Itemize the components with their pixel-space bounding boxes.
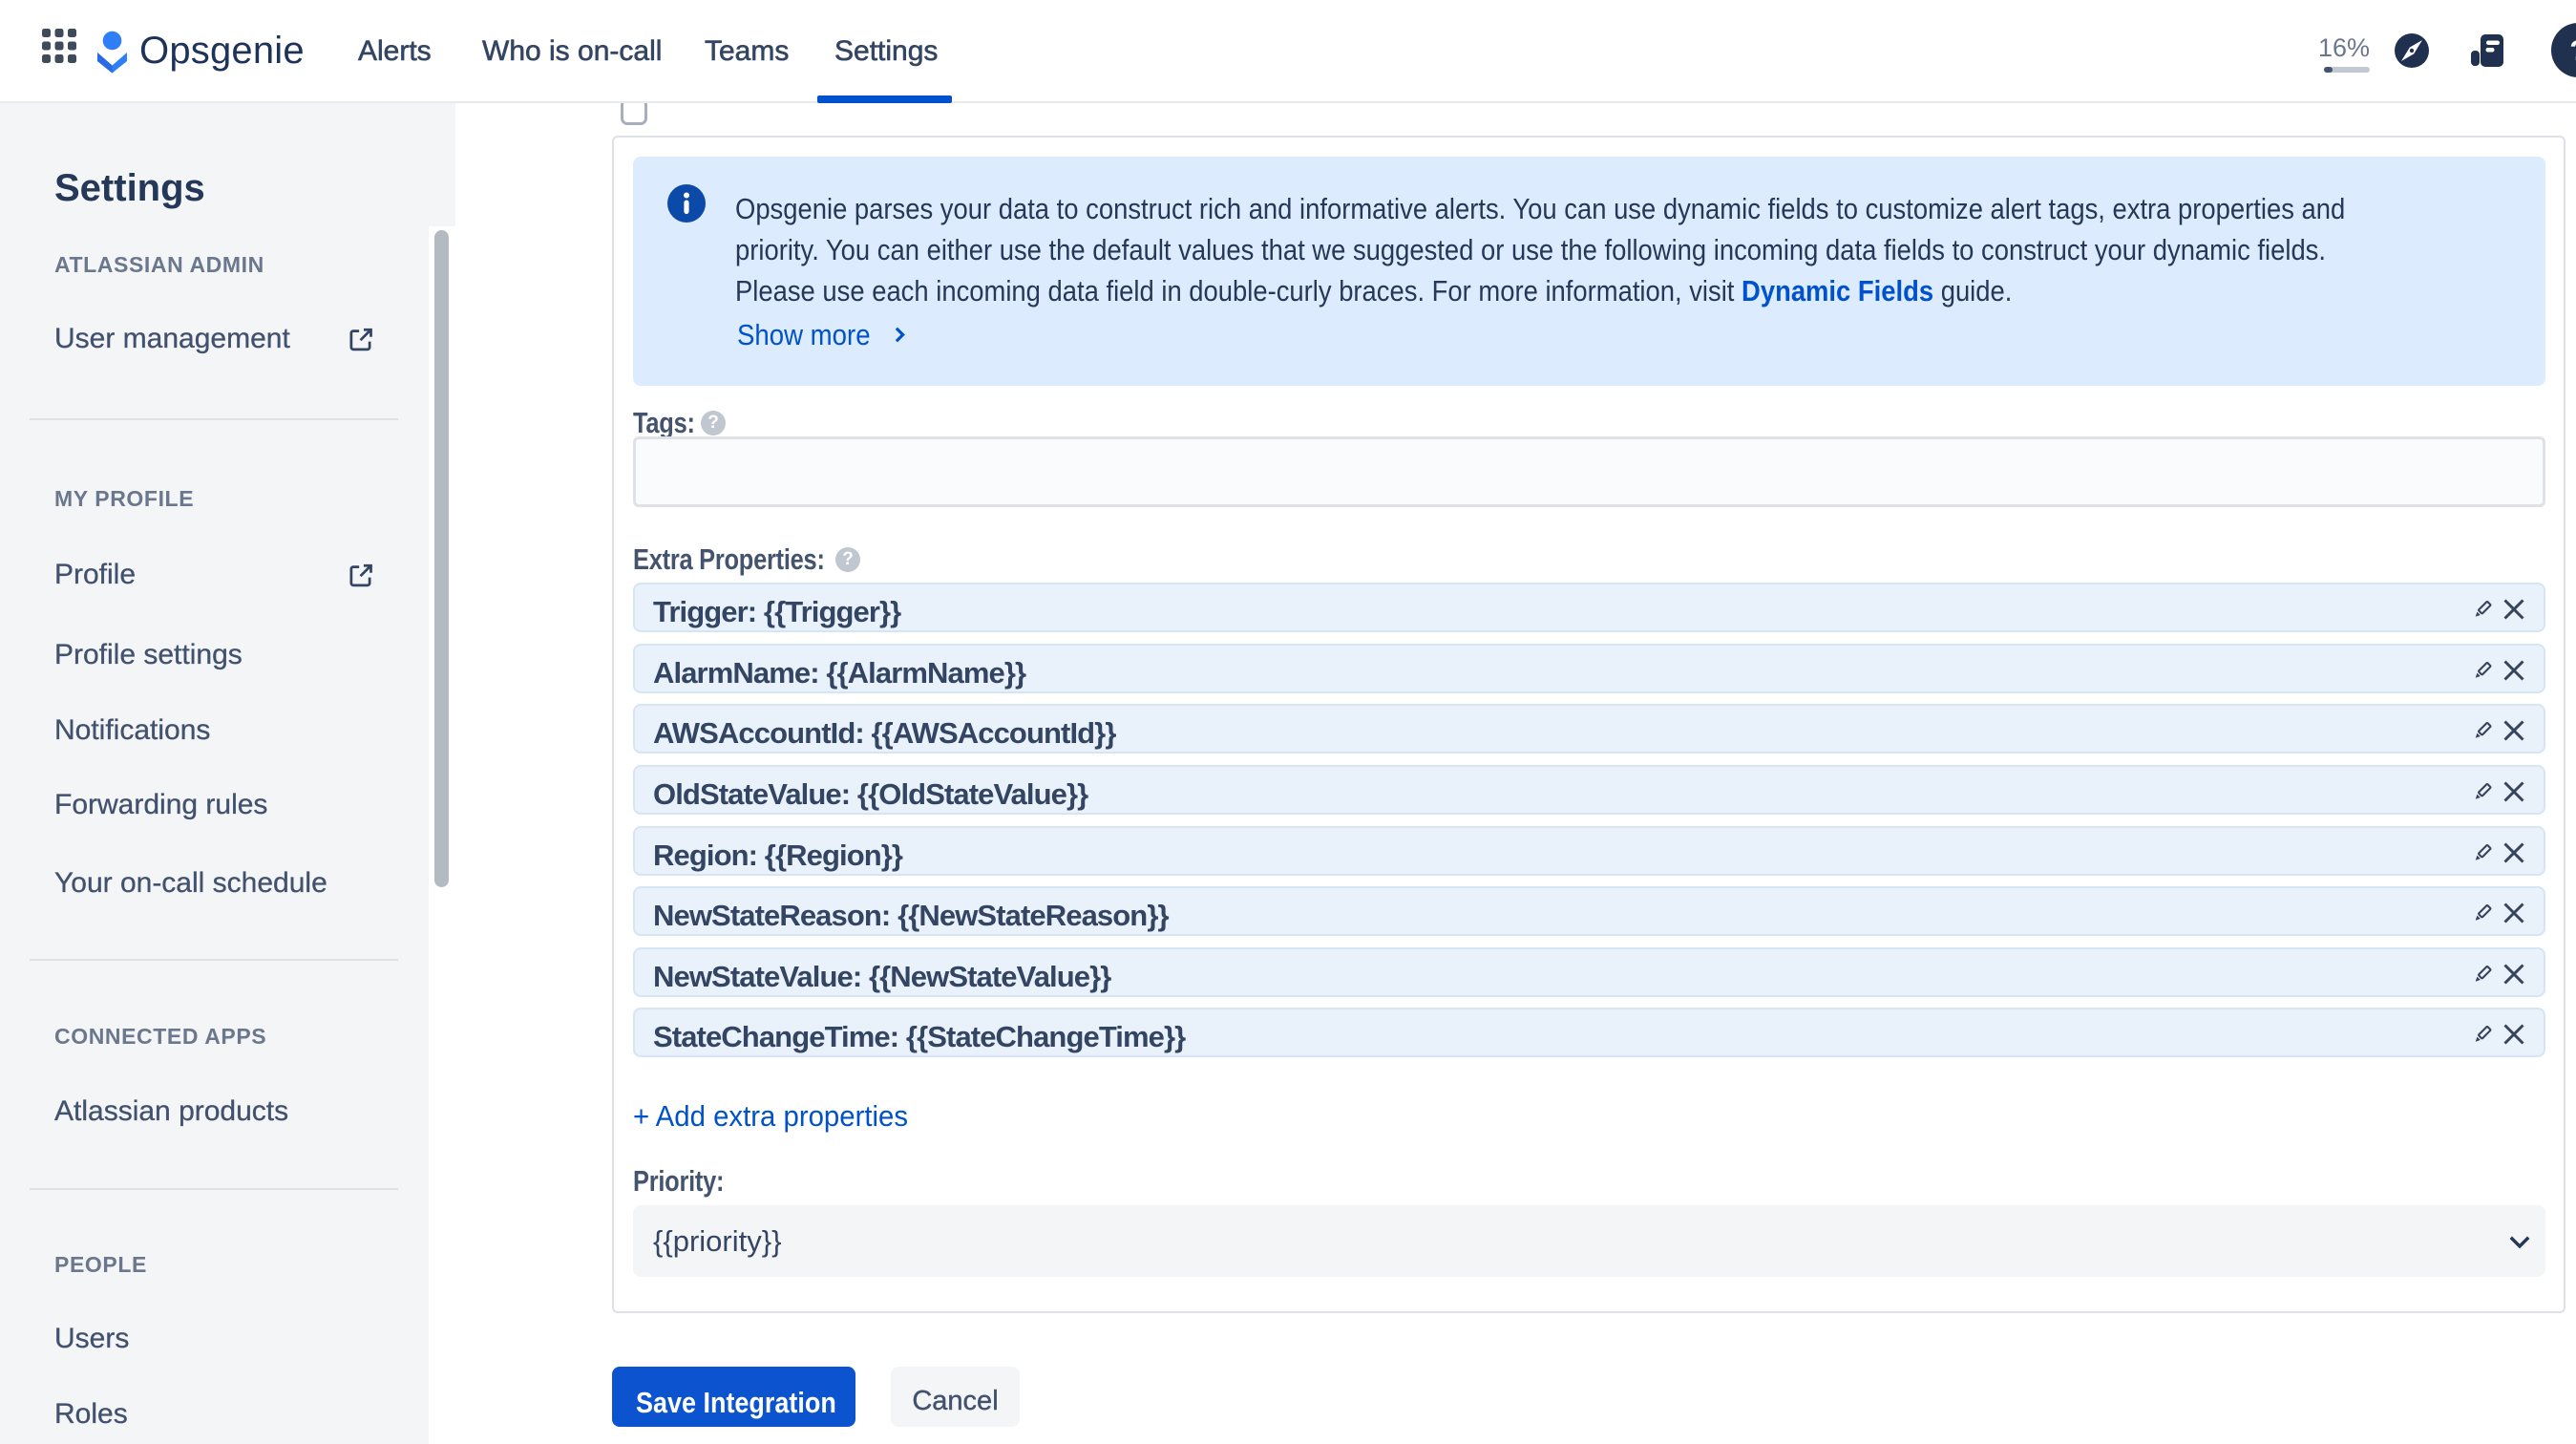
svg-text:?: ? — [2569, 35, 2576, 67]
